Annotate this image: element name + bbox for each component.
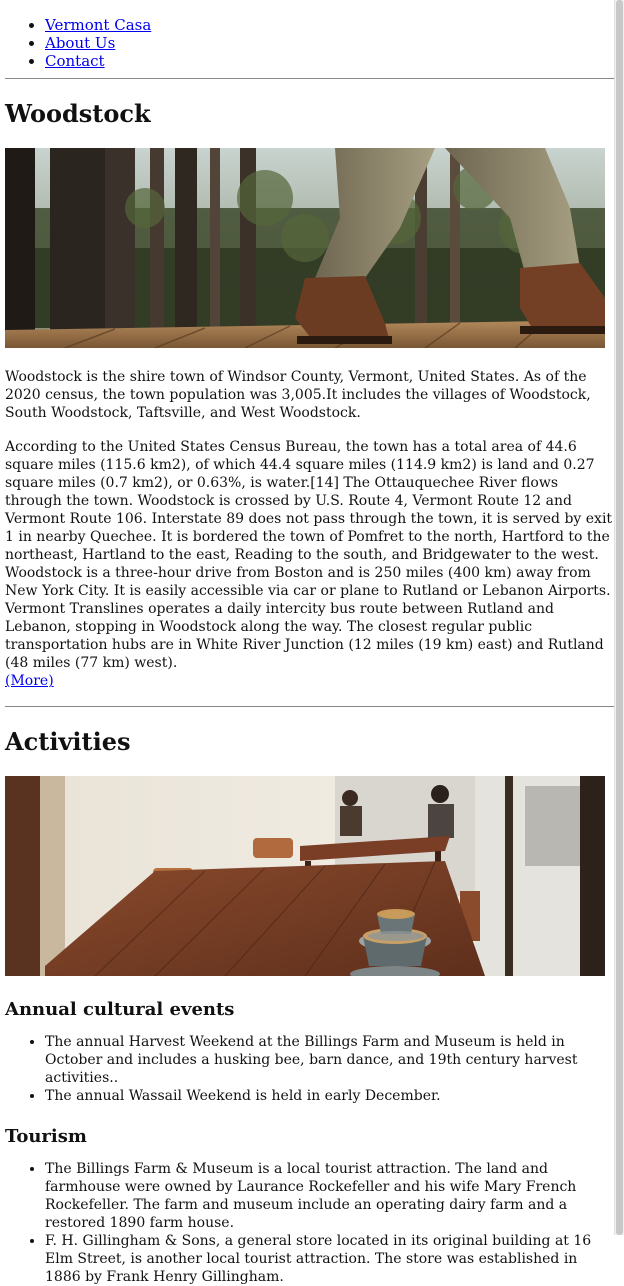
- tourism-heading: Tourism: [5, 1126, 87, 1147]
- tourism-list: The Billings Farm & Museum is a local to…: [5, 1148, 615, 1286]
- nav-item-home: Vermont Casa: [45, 16, 615, 34]
- vertical-scrollbar[interactable]: [614, 0, 624, 1235]
- activities-heading: Activities: [5, 727, 131, 756]
- nav-item-about: About Us: [45, 34, 615, 52]
- annual-cultural-events-heading: Annual cultural events: [5, 999, 235, 1020]
- list-item: The annual Wassail Weekend is held in ea…: [45, 1087, 615, 1105]
- woodstock-geography-paragraph: According to the United States Census Bu…: [5, 438, 615, 690]
- divider: [5, 78, 615, 79]
- nav-link-contact[interactable]: Contact: [45, 52, 105, 70]
- scrollbar-thumb[interactable]: [616, 0, 623, 1235]
- woodstock-intro-paragraph: Woodstock is the shire town of Windsor C…: [5, 369, 591, 421]
- nav-link-vermont-casa[interactable]: Vermont Casa: [45, 16, 151, 34]
- geography-text: According to the United States Census Bu…: [5, 439, 613, 671]
- annual-events-list: The annual Harvest Weekend at the Billin…: [5, 1021, 615, 1105]
- woodstock-heading: Woodstock: [5, 99, 151, 128]
- cafe-wooden-table-coffee-photo: [5, 776, 605, 976]
- list-item: The annual Harvest Weekend at the Billin…: [45, 1033, 615, 1087]
- nav-link-about-us[interactable]: About Us: [45, 34, 115, 52]
- forest-boardwalk-hiker-photo: [5, 148, 605, 348]
- list-item: The Billings Farm & Museum is a local to…: [45, 1160, 615, 1232]
- divider: [5, 706, 615, 707]
- top-nav: Vermont Casa About Us Contact: [5, 0, 615, 70]
- more-link[interactable]: (More): [5, 673, 54, 689]
- list-item: F. H. Gillingham & Sons, a general store…: [45, 1232, 615, 1286]
- page-content: Vermont Casa About Us Contact Woodstock: [5, 0, 615, 1286]
- nav-item-contact: Contact: [45, 52, 615, 70]
